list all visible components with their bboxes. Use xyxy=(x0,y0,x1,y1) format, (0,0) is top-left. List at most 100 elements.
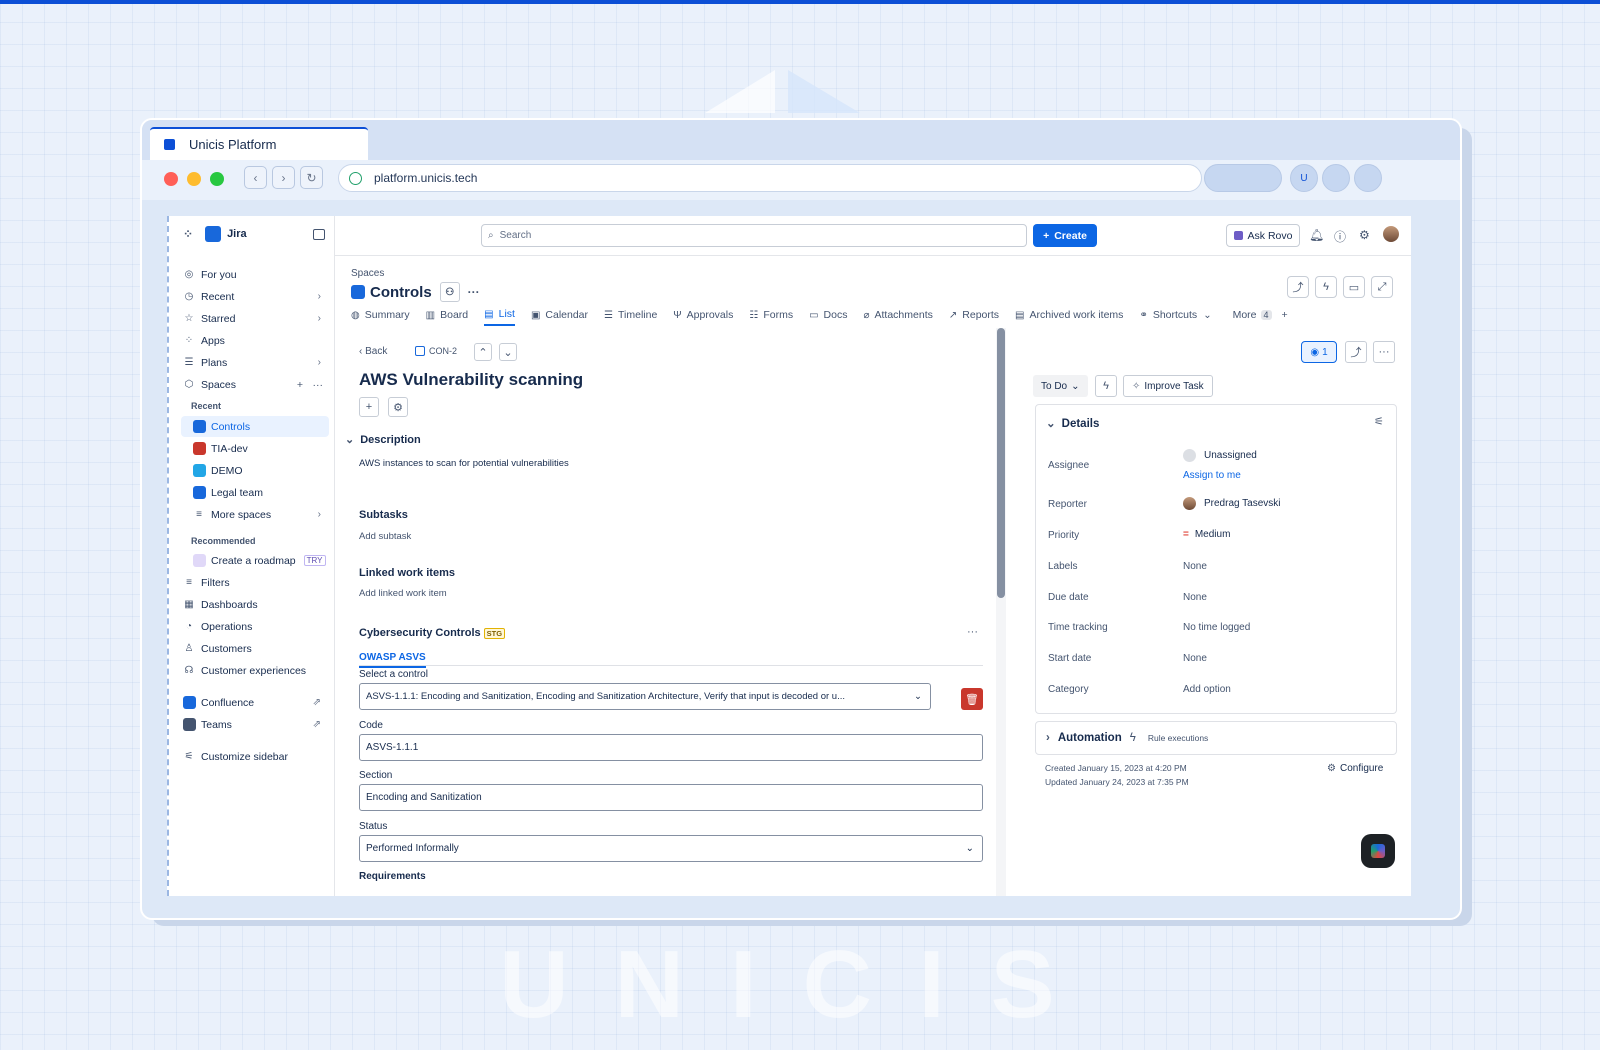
description-heading[interactable]: ⌄ Description xyxy=(345,433,421,446)
add-icon[interactable]: + xyxy=(359,397,379,417)
address-bar[interactable]: platform.unicis.tech xyxy=(338,164,1202,192)
feedback-icon[interactable]: ▭ xyxy=(1343,276,1365,298)
tab-summary[interactable]: ◍ Summary xyxy=(351,308,410,326)
sidebar-item-for-you[interactable]: ◎ For you xyxy=(181,264,329,285)
status-dropdown[interactable]: Performed Informally ⌄ xyxy=(359,835,983,862)
tab-forms[interactable]: ☷ Forms xyxy=(749,308,793,326)
reload-button[interactable]: ↻ xyxy=(300,166,323,189)
due-date-value[interactable]: None xyxy=(1183,592,1207,603)
ask-rovo-button[interactable]: Ask Rovo xyxy=(1226,224,1300,247)
sidebar-space-demo[interactable]: DEMO xyxy=(181,460,329,481)
breadcrumb[interactable]: Spaces xyxy=(351,268,384,279)
share-icon[interactable]: ⤴ xyxy=(1345,341,1367,363)
sidebar-item-dashboards[interactable]: ▦ Dashboards xyxy=(181,594,329,615)
lightning-icon[interactable]: ϟ xyxy=(1315,276,1337,298)
more-actions-icon[interactable]: ··· xyxy=(967,626,978,638)
sidebar-customize[interactable]: ⚟ Customize sidebar xyxy=(181,746,329,767)
collapse-sidebar-icon[interactable] xyxy=(312,228,325,240)
settings-sliders-icon[interactable]: ⚟ xyxy=(1374,415,1384,428)
fullscreen-icon[interactable]: ⤢ xyxy=(1371,276,1393,298)
chevron-up-icon[interactable]: ⌃ xyxy=(474,343,492,361)
sidebar-item-customer-experiences[interactable]: ☊ Customer experiences xyxy=(181,660,329,681)
assignee-value[interactable]: Unassigned xyxy=(1183,449,1257,462)
start-date-value[interactable]: None xyxy=(1183,653,1207,664)
sidebar-item-confluence[interactable]: Confluence ⇗ xyxy=(181,692,329,713)
browser-pill-button[interactable] xyxy=(1204,164,1282,192)
back-button[interactable]: ‹ Back xyxy=(359,346,387,357)
sidebar-item-plans[interactable]: ☰ Plans › xyxy=(181,352,329,373)
tab-list[interactable]: ▤ List xyxy=(484,308,515,326)
maximize-window-dot[interactable] xyxy=(210,172,224,186)
add-space-icon[interactable]: + xyxy=(297,379,303,391)
forward-nav-button[interactable]: › xyxy=(272,166,295,189)
tab-attachments[interactable]: ⌀ Attachments xyxy=(863,308,932,326)
sidebar-more-spaces[interactable]: ≡ More spaces › xyxy=(181,504,329,525)
tab-owasp-asvs[interactable]: OWASP ASVS xyxy=(359,652,426,668)
help-icon[interactable]: ⓘ xyxy=(1334,228,1346,245)
description-text[interactable]: AWS instances to scan for potential vuln… xyxy=(359,458,569,469)
sidebar-item-filters[interactable]: ≡ Filters xyxy=(181,572,329,593)
app-switcher-icon[interactable]: ⁘ xyxy=(183,227,193,241)
tab-calendar[interactable]: ▣ Calendar xyxy=(531,308,588,326)
extension-button-2[interactable] xyxy=(1354,164,1382,192)
tab-more[interactable]: More 4 + xyxy=(1233,308,1288,326)
sidebar-item-spaces[interactable]: ⬡ Spaces + ··· xyxy=(181,374,329,395)
tab-archived[interactable]: ▤ Archived work items xyxy=(1015,308,1123,326)
tab-approvals[interactable]: Ψ Approvals xyxy=(673,308,733,326)
details-heading[interactable]: ⌄ Details xyxy=(1046,416,1099,430)
back-nav-button[interactable]: ‹ xyxy=(244,166,267,189)
time-tracking-value[interactable]: No time logged xyxy=(1183,622,1250,633)
browser-tab[interactable]: Unicis Platform xyxy=(150,127,368,160)
extension-button-1[interactable] xyxy=(1322,164,1350,192)
tab-docs[interactable]: ▭ Docs xyxy=(809,308,847,326)
add-tab-icon[interactable]: + xyxy=(1282,309,1288,321)
more-actions-icon[interactable]: ··· xyxy=(468,285,480,299)
section-field[interactable]: Encoding and Sanitization xyxy=(359,784,983,811)
add-subtask-link[interactable]: Add subtask xyxy=(359,531,411,542)
lightning-icon[interactable]: ϟ xyxy=(1095,375,1117,397)
minimize-window-dot[interactable] xyxy=(187,172,201,186)
automation-card[interactable]: › Automation ϟ Rule executions xyxy=(1035,721,1397,755)
tab-board[interactable]: ▥ Board xyxy=(426,308,468,326)
configure-button[interactable]: ⚙ Configure xyxy=(1327,763,1383,774)
sidebar-item-operations[interactable]: ◔ Operations xyxy=(181,616,329,637)
sidebar-item-customers[interactable]: ♙ Customers xyxy=(181,638,329,659)
add-linked-item-link[interactable]: Add linked work item xyxy=(359,588,447,599)
category-value[interactable]: Add option xyxy=(1183,684,1231,695)
issue-key[interactable]: CON-2 xyxy=(415,346,457,356)
profile-avatar[interactable]: U xyxy=(1290,164,1318,192)
sidebar-space-legal-team[interactable]: Legal team xyxy=(181,482,329,503)
user-avatar[interactable] xyxy=(1383,226,1399,242)
more-actions-icon[interactable]: ··· xyxy=(1373,341,1395,363)
assign-to-me-link[interactable]: Assign to me xyxy=(1183,470,1241,481)
settings-icon[interactable]: ⚙ xyxy=(388,397,408,417)
tab-shortcuts[interactable]: ⚭ Shortcuts ⌄ xyxy=(1139,308,1216,326)
chevron-down-icon[interactable]: ⌄ xyxy=(499,343,517,361)
select-control-dropdown[interactable]: ASVS-1.1.1: Encoding and Sanitization, E… xyxy=(359,683,931,710)
sidebar-item-recent[interactable]: ◷ Recent › xyxy=(181,286,329,307)
close-window-dot[interactable] xyxy=(164,172,178,186)
sidebar-item-apps[interactable]: ⁘ Apps xyxy=(181,330,329,351)
main-scrollbar[interactable] xyxy=(996,328,1006,896)
issue-title[interactable]: AWS Vulnerability scanning xyxy=(359,370,583,390)
tab-timeline[interactable]: ☰ Timeline xyxy=(604,308,657,326)
reporter-value[interactable]: Predrag Tasevski xyxy=(1183,497,1281,510)
jira-logo-icon[interactable] xyxy=(205,226,222,242)
share-icon[interactable]: ⤴ xyxy=(1287,276,1309,298)
more-actions-icon[interactable]: ··· xyxy=(313,379,324,391)
status-transition-button[interactable]: To Do ⌄ xyxy=(1033,375,1088,397)
gear-icon[interactable]: ⚙ xyxy=(1359,228,1370,242)
priority-value[interactable]: = Medium xyxy=(1183,529,1230,540)
delete-icon[interactable]: 🗑︎ xyxy=(961,688,983,710)
sidebar-space-tia-dev[interactable]: TIA-dev xyxy=(181,438,329,459)
code-field[interactable]: ASVS-1.1.1 xyxy=(359,734,983,761)
watch-button[interactable]: ◉ 1 xyxy=(1301,341,1337,363)
sidebar-item-starred[interactable]: ☆ Starred › xyxy=(181,308,329,329)
labels-value[interactable]: None xyxy=(1183,561,1207,572)
scrollbar-thumb[interactable] xyxy=(997,328,1005,598)
bell-icon[interactable]: 🔔︎ xyxy=(1309,228,1324,242)
sidebar-create-roadmap[interactable]: Create a roadmap TRY xyxy=(181,550,329,571)
sidebar-item-teams[interactable]: Teams ⇗ xyxy=(181,714,329,735)
create-button[interactable]: + Create xyxy=(1033,224,1097,247)
sidebar-space-controls[interactable]: Controls xyxy=(181,416,329,437)
